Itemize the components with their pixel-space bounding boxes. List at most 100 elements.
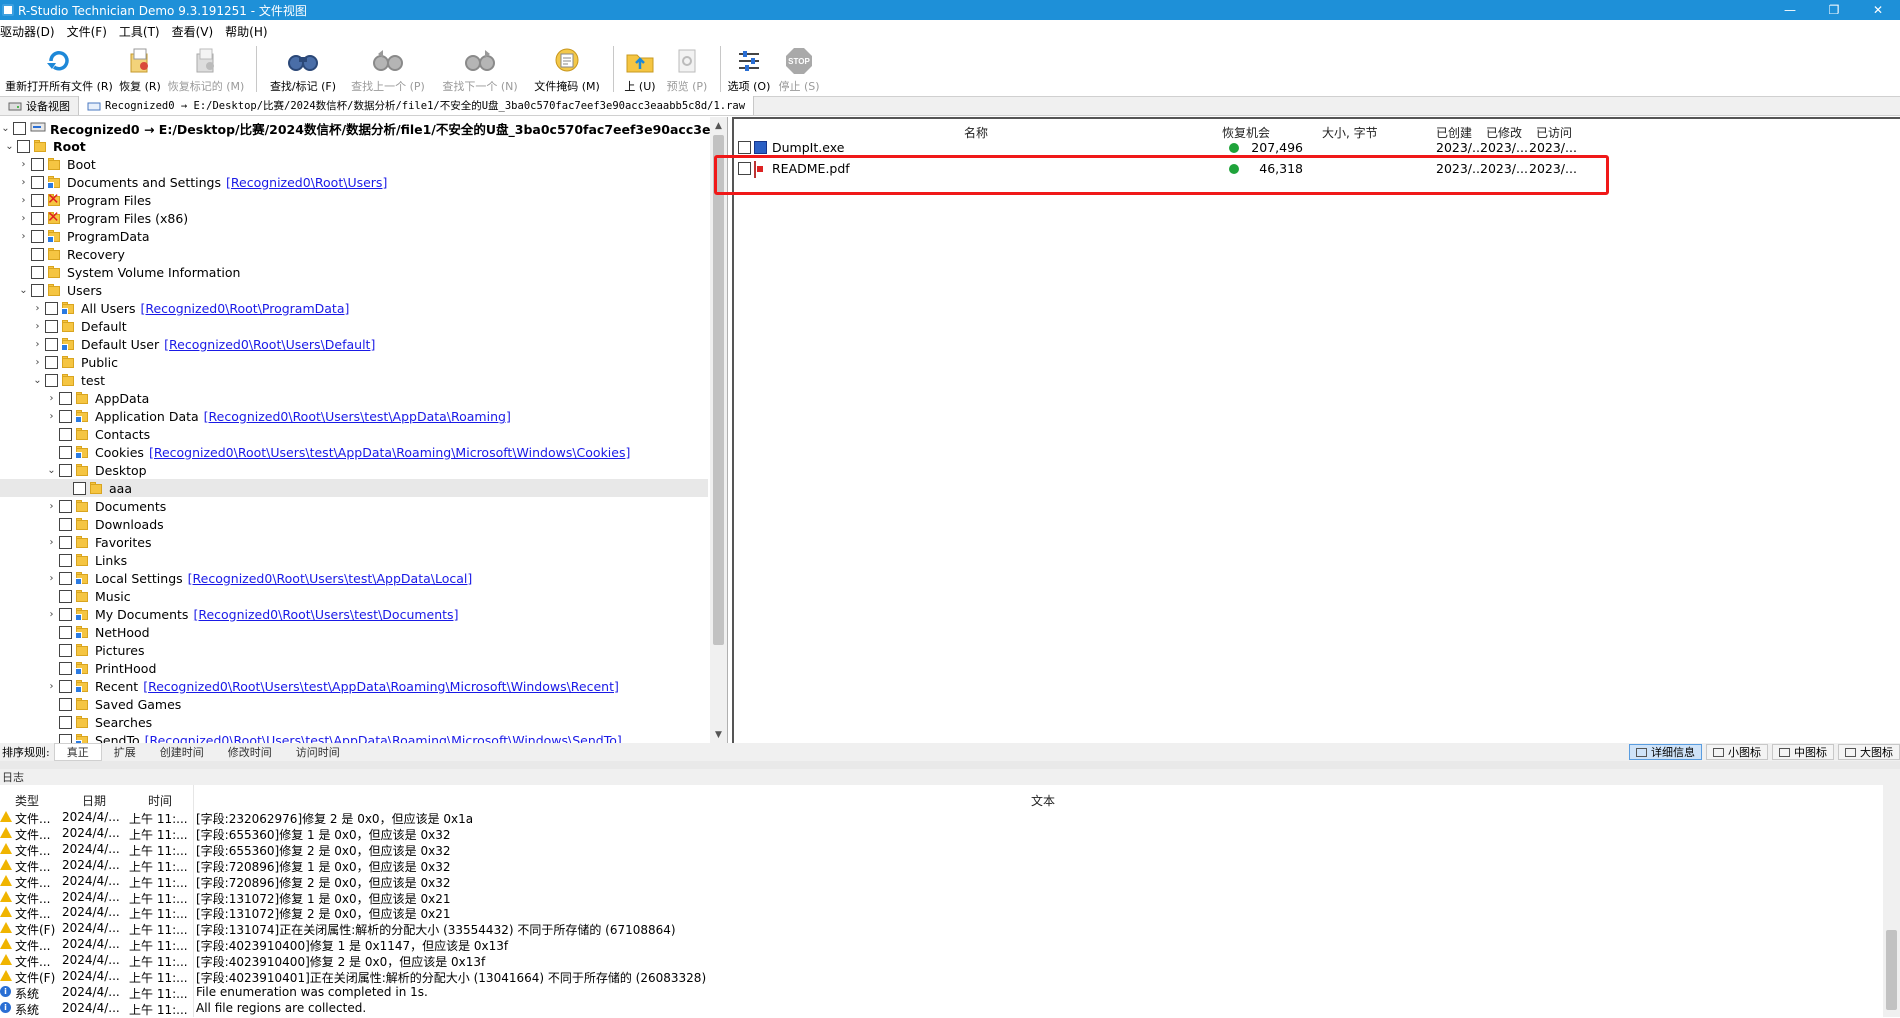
checkbox[interactable] (73, 481, 86, 495)
tree-root[interactable]: ⌄ Recognized0 → E:/Desktop/比赛/2024数信杯/数据分… (0, 119, 727, 137)
checkbox[interactable] (45, 355, 58, 369)
tree-item[interactable]: › AppData (0, 389, 150, 407)
find-next-button[interactable]: 查找下一个 (N) (433, 43, 527, 95)
checkbox[interactable] (59, 661, 72, 675)
checkbox[interactable] (59, 553, 72, 567)
tree-item-link[interactable]: [Recognized0\Root\Users\Default] (164, 337, 375, 352)
scroll-thumb[interactable] (713, 135, 724, 645)
scroll-up-arrow[interactable]: ▲ (710, 117, 727, 134)
checkbox[interactable] (31, 265, 44, 279)
tree-item[interactable]: ⌄ Root (0, 137, 85, 155)
tree-item[interactable]: › All Users [Recognized0\Root\ProgramData] (0, 299, 350, 317)
view-large-icons-button[interactable]: 大图标 (1838, 744, 1900, 760)
tree-item[interactable]: › Public (0, 353, 119, 371)
expand-arrow[interactable]: › (46, 497, 57, 515)
log-header-type[interactable]: 类型 (15, 792, 39, 809)
tree-item-link[interactable]: [Recognized0\Root\Users\test\AppData\Roa… (149, 445, 630, 460)
tree-item-link[interactable]: [Recognized0\Root\ProgramData] (140, 301, 349, 316)
checkbox[interactable] (59, 391, 72, 405)
expand-arrow[interactable]: › (46, 677, 57, 695)
checkbox[interactable] (59, 535, 72, 549)
reopen-all-files-button[interactable]: 重新打开所有文件 (R) (0, 43, 118, 95)
expand-arrow[interactable]: › (46, 533, 57, 551)
expand-arrow[interactable]: › (32, 299, 43, 317)
tab-file-view[interactable]: Recognized0 → E:/Desktop/比赛/2024数信杯/数据分析… (79, 96, 755, 115)
sort-created-time[interactable]: 创建时间 (148, 744, 216, 760)
splitter[interactable] (0, 761, 1900, 769)
tree-item[interactable]: System Volume Information (0, 263, 240, 281)
tree-item-link[interactable]: [Recognized0\Root\Users\test\AppData\Loc… (188, 571, 473, 586)
checkbox[interactable] (31, 211, 44, 225)
checkbox[interactable] (59, 589, 72, 603)
checkbox[interactable] (59, 733, 72, 743)
expand-arrow[interactable]: ⌄ (32, 371, 43, 389)
expand-arrow[interactable]: ⌄ (18, 281, 29, 299)
checkbox[interactable] (17, 139, 30, 153)
expand-arrow[interactable]: › (18, 155, 29, 173)
log-row[interactable]: 文件... 2024/4/... 上午 11:... [字段:655360]修复 1 … (0, 825, 1880, 842)
tab-device-view[interactable]: 设备视图 (0, 96, 79, 115)
tree-item[interactable]: › Documents (0, 497, 167, 515)
checkbox[interactable] (31, 247, 44, 261)
checkbox[interactable] (13, 121, 26, 135)
tree-item[interactable]: ⌄ Desktop (0, 461, 146, 479)
checkbox[interactable] (45, 319, 58, 333)
tree-item[interactable]: Recovery (0, 245, 125, 263)
tree-item[interactable]: NetHood (0, 623, 150, 641)
checkbox[interactable] (59, 643, 72, 657)
recover-marked-button[interactable]: 恢复标记的 (M) (162, 43, 250, 95)
tree-item[interactable]: Links (0, 551, 127, 569)
tree-item[interactable]: Searches (0, 713, 152, 731)
checkbox[interactable] (31, 193, 44, 207)
menu-drives[interactable]: 驱动器(D) (0, 23, 61, 40)
log-row[interactable]: 文件... 2024/4/... 上午 11:... [字段:720896]修复 2 … (0, 873, 1880, 890)
log-row[interactable]: 文件(F) 2024/4/... 上午 11:... [字段:4023910401]正… (0, 968, 1880, 985)
log-header-date[interactable]: 日期 (82, 792, 106, 809)
menu-view[interactable]: 查看(V) (172, 23, 220, 40)
checkbox[interactable] (31, 157, 44, 171)
preview-button[interactable]: 预览 (P) (660, 43, 714, 95)
tree-item[interactable]: › Favorites (0, 533, 152, 551)
log-row[interactable]: 文件... 2024/4/... 上午 11:... [字段:655360]修复 2 … (0, 841, 1880, 858)
tree-item[interactable]: › Recent [Recognized0\Root\Users\test\AppD… (0, 677, 619, 695)
tree-item[interactable]: › Default (0, 317, 127, 335)
checkbox[interactable] (45, 301, 58, 315)
tree-item[interactable]: › My Documents [Recognized0\Root\Users\tes… (0, 605, 459, 623)
checkbox[interactable] (59, 427, 72, 441)
recover-button[interactable]: 恢复 (R) (118, 43, 162, 95)
tree-item[interactable]: › Application Data [Recognized0\Root\Users… (0, 407, 511, 425)
scroll-thumb[interactable] (1886, 930, 1897, 1010)
sort-true[interactable]: 真正 (53, 743, 102, 761)
menu-help[interactable]: 帮助(H) (225, 23, 273, 40)
log-header-text[interactable]: 文本 (1031, 792, 1055, 809)
file-mask-button[interactable]: 文件掩码 (M) (527, 43, 607, 95)
log-row[interactable]: 文件... 2024/4/... 上午 11:... [字段:131072]修复 1 … (0, 889, 1880, 906)
expand-arrow[interactable]: › (32, 317, 43, 335)
tree-item[interactable]: › Documents and Settings [Recognized0\Root… (0, 173, 388, 191)
tree-item[interactable]: Saved Games (0, 695, 181, 713)
tree-item[interactable]: › Local Settings [Recognized0\Root\Users\t… (0, 569, 473, 587)
tree-item-link[interactable]: [Recognized0\Root\Users\test\AppData\Roa… (204, 409, 511, 424)
checkbox[interactable] (59, 517, 72, 531)
tree-item-link[interactable]: [Recognized0\Root\Users\test\Documents] (193, 607, 458, 622)
expand-arrow[interactable]: › (46, 605, 57, 623)
scroll-down-arrow[interactable]: ▼ (710, 726, 727, 743)
tree-item[interactable]: Contacts (0, 425, 150, 443)
tree-scrollbar[interactable]: ▲ ▼ (710, 117, 727, 743)
tree-item[interactable]: SendTo [Recognized0\Root\Users\test\AppDa… (0, 731, 622, 743)
tree-item-link[interactable]: [Recognized0\Root\Users\test\AppData\Roa… (145, 733, 622, 744)
expand-arrow[interactable]: › (18, 227, 29, 245)
checkbox[interactable] (59, 715, 72, 729)
sort-modified-time[interactable]: 修改时间 (216, 744, 284, 760)
expand-arrow[interactable]: ⌄ (4, 137, 15, 155)
expand-arrow[interactable]: › (46, 569, 57, 587)
checkbox[interactable] (31, 283, 44, 297)
expand-arrow[interactable]: ⌄ (0, 119, 11, 137)
checkbox[interactable] (738, 141, 751, 154)
log-row[interactable]: 文件... 2024/4/... 上午 11:... [字段:131072]修复 2 … (0, 904, 1880, 921)
checkbox[interactable] (59, 499, 72, 513)
find-previous-button[interactable]: 查找上一个 (P) (343, 43, 433, 95)
expand-arrow[interactable]: › (32, 353, 43, 371)
tree-item[interactable]: Pictures (0, 641, 145, 659)
tree-item[interactable]: › Boot (0, 155, 96, 173)
